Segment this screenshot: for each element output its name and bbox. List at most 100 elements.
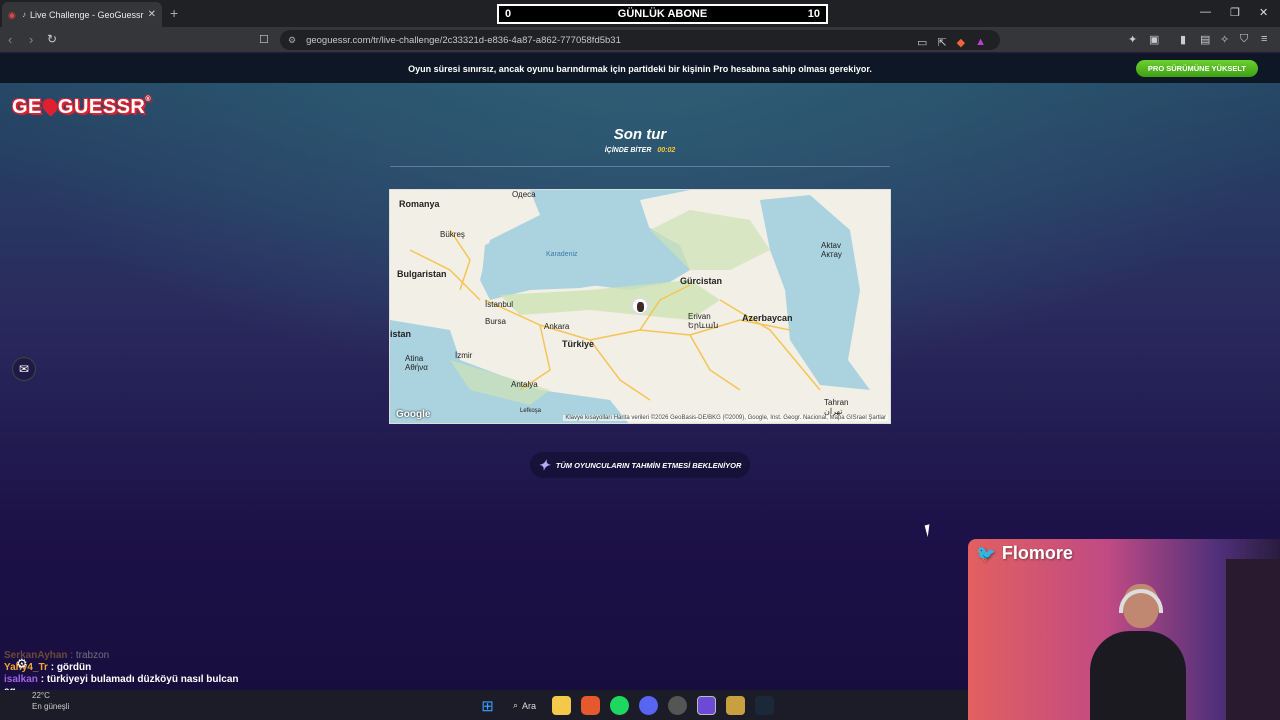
close-window-icon[interactable]: ✕: [1259, 6, 1268, 19]
map-label: İzmir: [455, 351, 473, 360]
settings-gear-icon[interactable]: ⚙: [16, 656, 28, 672]
search-icon: ⌕: [513, 700, 519, 710]
chat-user: SerkanAyhan: [4, 650, 68, 661]
new-tab-button[interactable]: +: [170, 5, 178, 21]
map-label: Ankara: [544, 322, 570, 331]
obs-icon[interactable]: [668, 696, 688, 715]
streamer-name-text: Flomore: [1001, 543, 1073, 563]
logo-text-left: GE: [12, 96, 42, 118]
brave-rewards-icon[interactable]: ▲: [975, 36, 986, 49]
map-label: Lefkoşa: [520, 408, 542, 414]
cast-icon[interactable]: ▭: [917, 36, 927, 49]
banner-text: Oyun süresi sınırsız, ancak oyunu barınd…: [408, 63, 872, 74]
address-toolbar: ‹ › ↻ ☐ ⚙ geoguessr.com/tr/live-challeng…: [0, 27, 1280, 53]
vpn-shield-icon[interactable]: ⛉: [1240, 33, 1248, 46]
taskbar-search[interactable]: ⌕ Ara: [507, 700, 542, 711]
geoguessr-favicon-icon: ◉: [8, 9, 16, 20]
spotify-icon[interactable]: [610, 696, 630, 715]
round-timer: İÇİNDE BİTER 00:02: [0, 147, 1280, 154]
chat-toggle-icon[interactable]: ✉: [12, 357, 36, 381]
windows-taskbar: 22°C En güneşli ⊞ ⌕ Ara: [0, 690, 968, 720]
browser-tab-bar: ◉ ♪ Live Challenge - GeoGuessr ✕ + 0 GÜN…: [0, 0, 1280, 27]
map-label: Romanya: [399, 199, 440, 209]
restore-icon[interactable]: ❐: [1230, 6, 1240, 19]
url-bar[interactable]: ⚙ geoguessr.com/tr/live-challenge/2c3332…: [280, 30, 1000, 50]
map-label: istan: [390, 329, 412, 339]
reading-list-icon[interactable]: ▣: [1149, 33, 1159, 46]
close-tab-icon[interactable]: ✕: [148, 9, 156, 20]
map-label: Bursa: [485, 317, 506, 326]
player-marker-icon[interactable]: [631, 297, 649, 315]
reload-icon[interactable]: ↻: [47, 32, 57, 46]
sidebar-icon[interactable]: ▮: [1180, 33, 1186, 46]
map-label: Gürcistan: [680, 276, 723, 286]
round-title: Son tur: [613, 126, 667, 143]
brave-browser-icon[interactable]: [581, 696, 601, 715]
wallet-icon[interactable]: ▤: [1200, 33, 1210, 46]
chat-user: isalkan: [4, 674, 38, 685]
leo-ai-icon[interactable]: ✧: [1220, 33, 1229, 46]
guess-map[interactable]: Romanya Bükreş Bulgaristan İstanbul Burs…: [389, 189, 891, 424]
chat-text: trabzon: [75, 650, 110, 661]
map-label: Atina Αθήνα: [405, 354, 428, 372]
waiting-text: TÜM OYUNCULARIN TAHMİN ETMESİ BEKLENİYOR: [555, 460, 742, 470]
chat-message: Yahy4_Tr : gördün: [4, 662, 92, 673]
map-label: İstanbul: [485, 300, 514, 309]
timer-value: 00:02: [657, 147, 676, 154]
divider: [390, 166, 890, 167]
file-explorer-icon[interactable]: [552, 696, 572, 715]
chat-text: gördün: [56, 662, 92, 673]
browser-tab[interactable]: ◉ ♪ Live Challenge - GeoGuessr ✕: [2, 2, 162, 27]
app-icon[interactable]: [697, 696, 717, 715]
map-label: Türkiye: [562, 339, 595, 349]
pro-info-banner: Oyun süresi sınırsız, ancak oyunu barınd…: [0, 54, 1280, 83]
geoguessr-logo[interactable]: GE GUESSR®: [12, 95, 152, 119]
steam-icon[interactable]: [755, 696, 775, 715]
pin-icon: ✦: [538, 456, 550, 473]
chat-message: SerkanAyhan : trabzon: [4, 650, 110, 661]
map-label: Bükreş: [440, 230, 465, 239]
weather-desc: En güneşli: [32, 702, 70, 711]
url-text: geoguessr.com/tr/live-challenge/2c33321d…: [306, 34, 621, 46]
counter-title: GÜNLÜK ABONE: [617, 8, 708, 20]
ends-label: İÇİNDE BİTER: [604, 147, 652, 154]
map-label: Tahran تهران: [824, 398, 849, 416]
brave-shield-icon[interactable]: ◆: [957, 36, 965, 49]
forward-icon[interactable]: ›: [29, 32, 33, 47]
google-logo: Google: [396, 409, 431, 420]
tab-title: Live Challenge - GeoGuessr: [30, 9, 144, 20]
extensions-icon[interactable]: ✦: [1128, 33, 1137, 46]
windows-start-icon[interactable]: ⊞: [478, 696, 497, 715]
audio-playing-icon[interactable]: ♪: [22, 10, 26, 19]
menu-icon[interactable]: ≡: [1261, 33, 1267, 45]
map-label: Azerbaycan: [742, 313, 793, 323]
map-label: Antalya: [511, 380, 538, 389]
twitter-icon: 🐦: [976, 545, 996, 563]
subscriber-counter-overlay: 0 GÜNLÜK ABONE 10: [497, 4, 828, 24]
weather-widget[interactable]: 22°C En güneşli: [32, 690, 69, 712]
logo-registered: ®: [145, 96, 152, 103]
sea-label: Karadeniz: [546, 251, 578, 258]
notes-icon[interactable]: [726, 696, 746, 715]
streamer-body: [1090, 631, 1186, 720]
map-label: Bulgaristan: [397, 269, 447, 279]
mouse-cursor-icon: [924, 522, 938, 538]
webcam-overlay: 🐦 Flomore: [968, 539, 1280, 720]
back-icon[interactable]: ‹: [8, 32, 12, 47]
bookmark-icon[interactable]: ☐: [259, 33, 269, 46]
minimize-icon[interactable]: —: [1200, 6, 1211, 18]
discord-icon[interactable]: [639, 696, 659, 715]
share-icon[interactable]: ⇱: [937, 36, 946, 49]
map-attribution[interactable]: Klavye kısayolları Harita verileri ©2026…: [563, 415, 888, 421]
upgrade-pro-button[interactable]: PRO SÜRÜMÜNE YÜKSELT: [1135, 60, 1258, 77]
site-info-icon[interactable]: ⚙: [288, 35, 296, 46]
map-label: Erivan Երևան: [688, 312, 719, 330]
weather-temp: 22°C: [32, 691, 50, 700]
counter-left: 0: [505, 8, 512, 20]
map-label: Aktav Актау: [821, 241, 842, 259]
map-label: Одеса: [512, 190, 536, 199]
webcam-background: [1226, 559, 1280, 720]
search-label: Ara: [522, 700, 537, 711]
streamer-name: 🐦 Flomore: [976, 543, 1073, 564]
counter-right: 10: [807, 8, 820, 20]
